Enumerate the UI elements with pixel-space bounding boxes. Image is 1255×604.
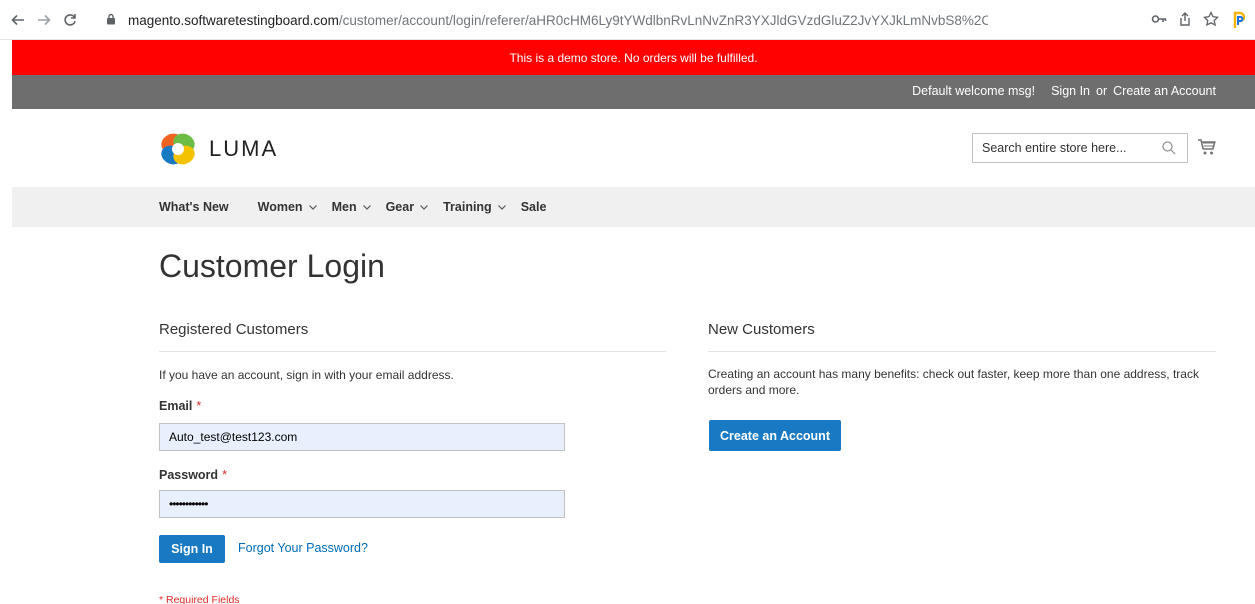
email-field[interactable]	[159, 423, 565, 451]
nav-item-training[interactable]: Training	[443, 200, 507, 214]
url-text: magento.softwaretestingboard.com/custome…	[128, 13, 988, 28]
logo-text: LUMA	[209, 136, 279, 161]
nav-item-label: What's New	[159, 200, 229, 214]
header-or-text: or	[1096, 84, 1108, 98]
demo-notice-text: This is a demo store. No orders will be …	[509, 50, 758, 65]
header-sign-in-link[interactable]: Sign In	[1051, 84, 1090, 98]
back-button[interactable]	[9, 11, 27, 29]
sign-in-button-label: Sign In	[171, 542, 213, 556]
browser-toolbar: magento.softwaretestingboard.com/custome…	[0, 0, 1255, 40]
registered-intro-text: If you have an account, sign in with you…	[159, 368, 454, 382]
demo-notice-bar: This is a demo store. No orders will be …	[12, 40, 1255, 75]
header-create-account-link[interactable]: Create an Account	[1113, 84, 1216, 98]
arrow-right-icon	[38, 14, 51, 26]
nav-item-gear[interactable]: Gear	[386, 200, 430, 214]
chevron-down-icon	[497, 205, 506, 210]
nav-item-label: Men	[331, 200, 357, 214]
key-icon[interactable]	[1150, 11, 1168, 29]
main-navigation: What's New Women Men Gear Training Sale	[12, 187, 1255, 227]
lock-icon	[104, 13, 118, 28]
nav-item-whats-new[interactable]: What's New	[159, 200, 229, 214]
nav-item-label: Women	[257, 200, 303, 214]
create-account-button[interactable]: Create an Account	[709, 420, 841, 451]
nav-item-label: Training	[443, 200, 492, 214]
chevron-down-icon	[308, 205, 317, 210]
registered-customers-title: Registered Customers	[159, 321, 309, 338]
share-icon[interactable]	[1176, 11, 1194, 29]
search-box	[972, 133, 1188, 163]
header-links: Default welcome msg! Sign In or Create a…	[912, 84, 1216, 98]
create-account-button-label: Create an Account	[720, 428, 830, 443]
required-asterisk: *	[222, 468, 227, 482]
luma-logo-icon	[161, 133, 195, 165]
required-asterisk: *	[196, 399, 202, 413]
nav-item-sale[interactable]: Sale	[521, 200, 547, 214]
chevron-down-icon	[420, 205, 429, 210]
nav-item-women[interactable]: Women	[258, 200, 318, 214]
chevron-down-icon	[362, 205, 371, 210]
password-label: Password *	[159, 468, 227, 482]
welcome-message: Default welcome msg!	[912, 84, 1036, 98]
url-path: /customer/account/login/referer/aHR0cHM6…	[338, 12, 988, 28]
cart-icon[interactable]	[1197, 137, 1217, 157]
password-label-text: Password	[159, 468, 219, 482]
top-panel: Default welcome msg! Sign In or Create a…	[12, 75, 1255, 109]
email-label-text: Email	[159, 399, 193, 413]
email-label: Email *	[159, 399, 201, 413]
new-customers-text: Creating an account has many benefits: c…	[708, 367, 1199, 397]
sign-in-button[interactable]: Sign In	[159, 535, 225, 563]
new-customers-divider	[708, 351, 1216, 352]
required-fields-note: * Required Fields	[159, 594, 240, 604]
password-field[interactable]	[159, 490, 565, 518]
forgot-password-link[interactable]: Forgot Your Password?	[238, 541, 368, 555]
address-bar[interactable]: magento.softwaretestingboard.com/custome…	[96, 7, 1126, 33]
registered-divider	[159, 351, 666, 352]
star-icon[interactable]	[1202, 10, 1220, 29]
new-customers-title: New Customers	[708, 321, 815, 338]
extension-icon[interactable]	[1230, 11, 1248, 29]
forward-button[interactable]	[35, 11, 53, 29]
nav-item-label: Sale	[520, 200, 547, 214]
url-host: magento.softwaretestingboard.com	[128, 12, 339, 28]
search-icon[interactable]	[1161, 140, 1177, 156]
reload-icon	[64, 14, 76, 26]
page-title: Customer Login	[159, 248, 385, 284]
nav-items: What's New Women Men Gear Training Sale	[159, 200, 564, 214]
nav-item-men[interactable]: Men	[332, 200, 372, 214]
luma-logo[interactable]: LUMA	[159, 131, 278, 167]
search-input[interactable]	[973, 134, 1153, 162]
nav-item-label: Gear	[385, 200, 415, 214]
arrow-left-icon	[11, 14, 24, 26]
reload-button[interactable]	[61, 11, 79, 29]
